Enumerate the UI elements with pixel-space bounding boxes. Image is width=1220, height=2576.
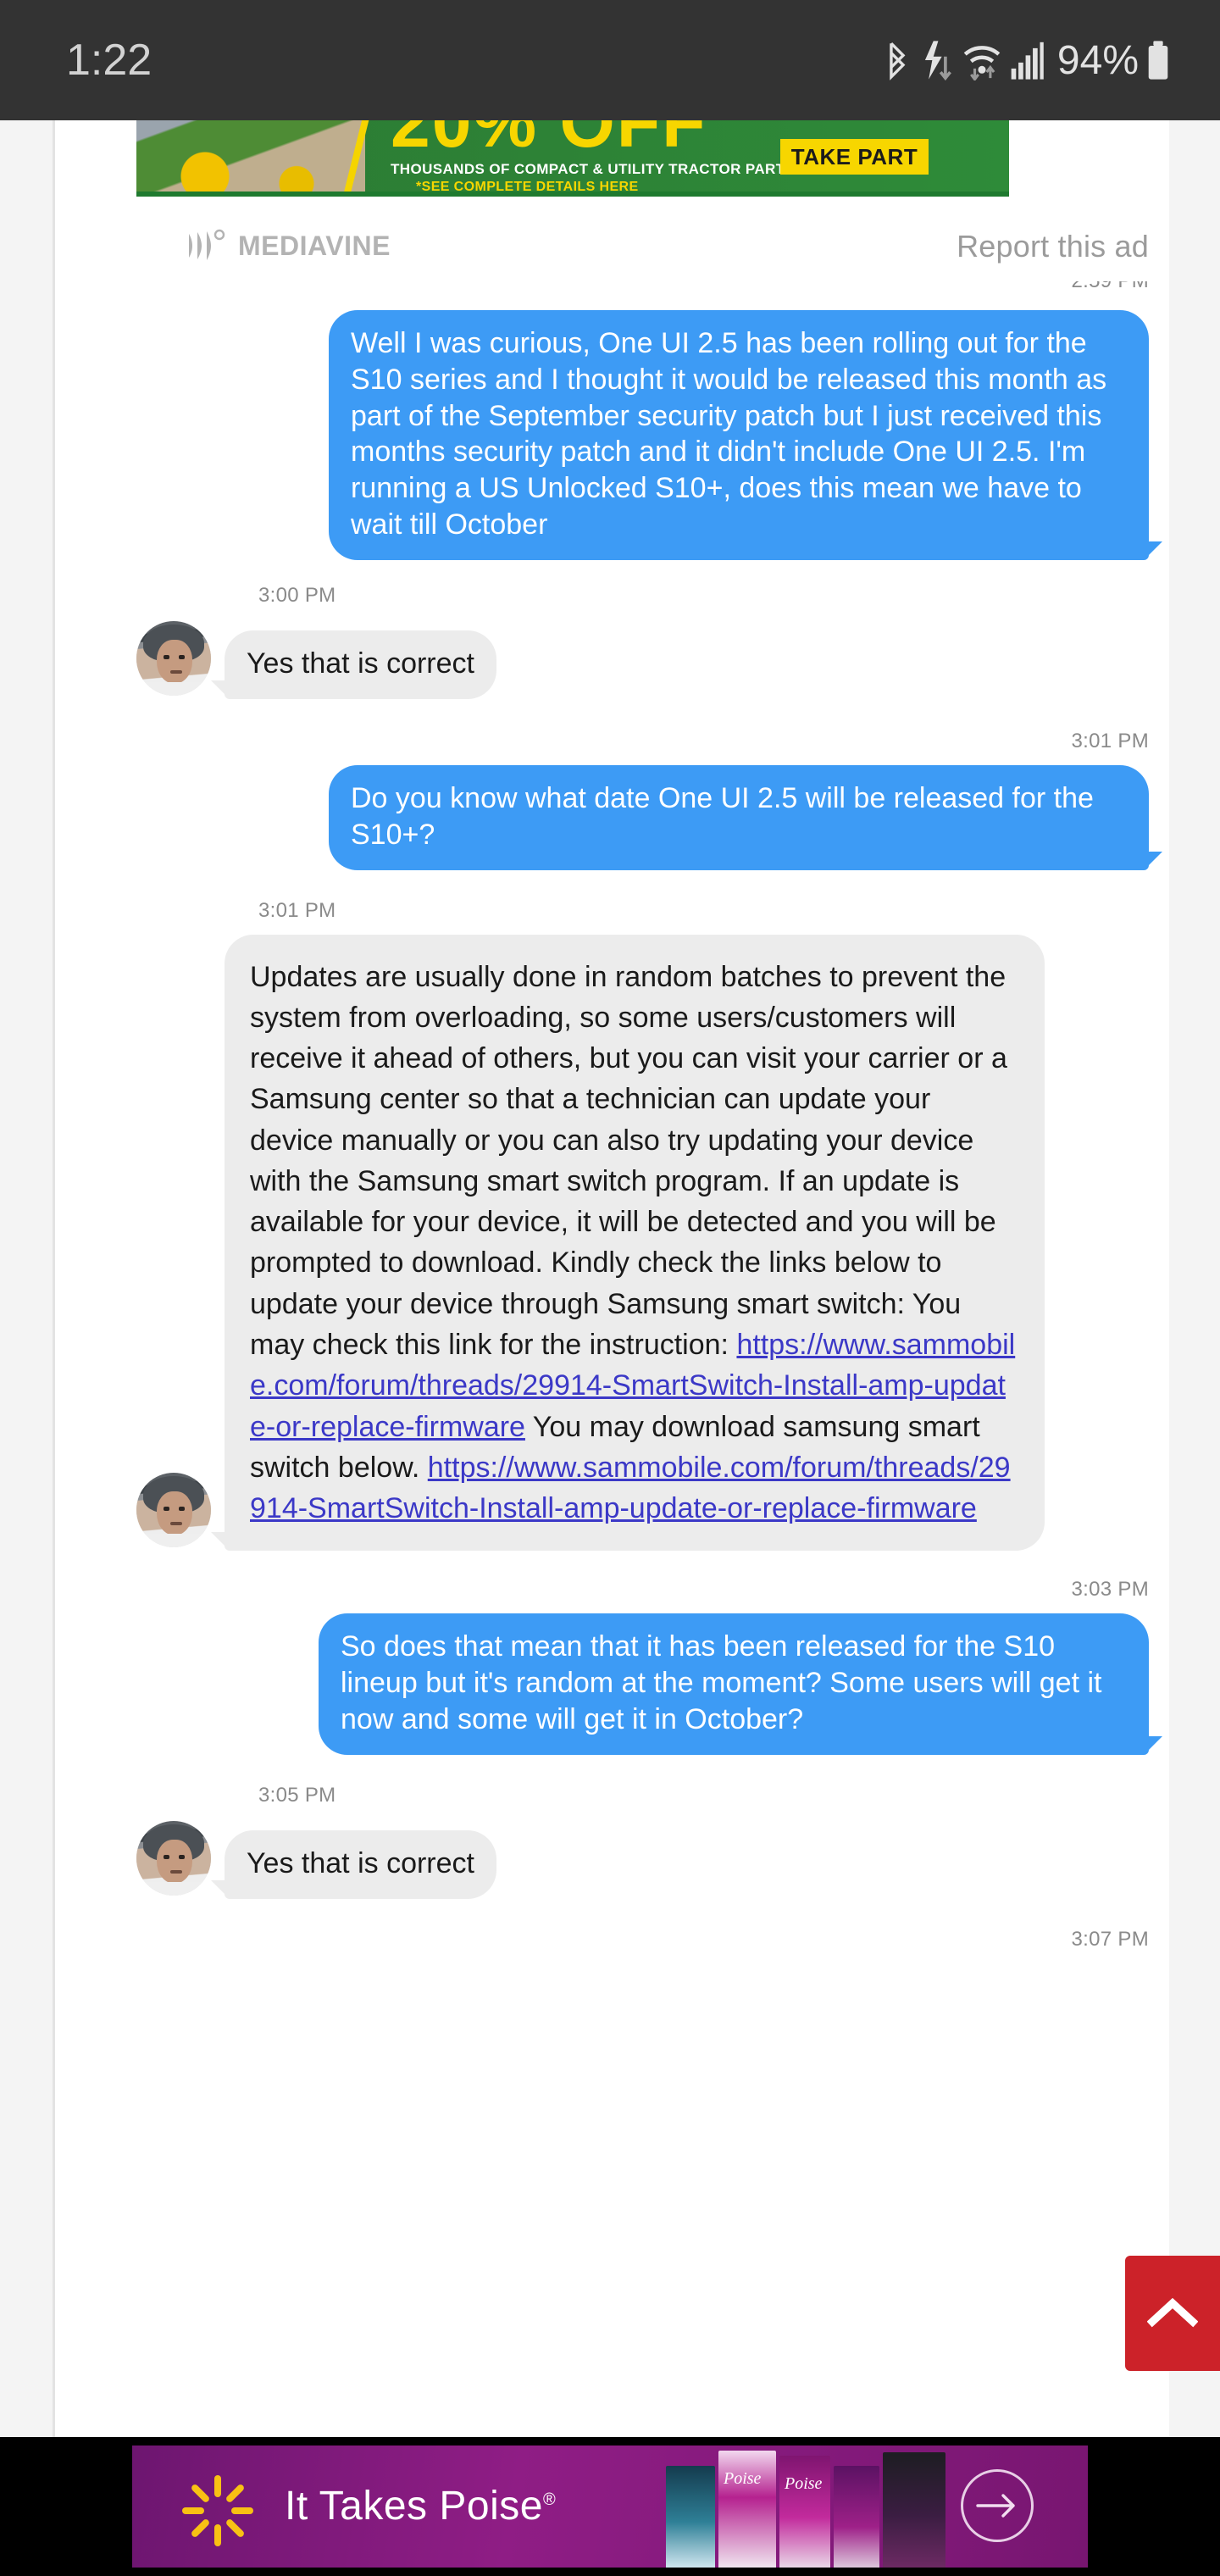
message-timestamp: 3:07 PM xyxy=(1071,1927,1149,1951)
avatar-face xyxy=(157,1839,192,1884)
arrow-right-circle-icon[interactable] xyxy=(961,2469,1034,2542)
message-timestamp: 3:01 PM xyxy=(258,898,336,922)
message-text-part-1: Updates are usually done in random batch… xyxy=(250,960,1007,1362)
message-timestamp: 2:59 PM xyxy=(1072,281,1149,293)
message-timestamp: 3:00 PM xyxy=(258,583,336,607)
mediavine-logo-icon xyxy=(187,227,235,265)
avatar-eye-right xyxy=(179,654,185,659)
bluetooth-icon xyxy=(883,40,912,80)
avatar[interactable] xyxy=(136,1820,211,1896)
product-pack xyxy=(666,2466,715,2568)
mediavine-brand[interactable]: MEDIAVINE xyxy=(187,227,391,265)
message-row-incoming: Yes that is correct xyxy=(55,1820,1169,1899)
avatar-eye-right xyxy=(179,1507,185,1512)
product-pack: Poise xyxy=(718,2451,776,2568)
message-bubble-outgoing[interactable]: Well I was curious, One UI 2.5 has been … xyxy=(329,310,1162,560)
message-timestamp: 3:01 PM xyxy=(1071,729,1149,752)
message-bubble-incoming[interactable]: Yes that is correct xyxy=(211,630,496,699)
message-bubble-outgoing[interactable]: Do you know what date One UI 2.5 will be… xyxy=(329,764,1162,870)
avatar[interactable] xyxy=(136,1473,211,1548)
product-pack xyxy=(883,2452,946,2568)
product-label: Poise xyxy=(724,2469,762,2488)
message-bubble-incoming[interactable]: Yes that is correct xyxy=(211,1830,496,1899)
tractor-image xyxy=(136,120,365,197)
message-bubble-outgoing[interactable]: So does that mean that it has been relea… xyxy=(319,1613,1162,1756)
avatar[interactable] xyxy=(136,620,211,696)
product-label: Poise xyxy=(785,2474,823,2493)
status-bar-clock: 1:22 xyxy=(66,36,152,85)
take-part-button[interactable]: TAKE PART xyxy=(780,139,929,175)
message-row-outgoing: Do you know what date One UI 2.5 will be… xyxy=(55,764,1169,870)
product-pack xyxy=(834,2466,879,2568)
browser-viewport: 20% OFF THOUSANDS OF COMPACT & UTILITY T… xyxy=(0,120,1220,2437)
report-this-ad-link[interactable]: Report this ad xyxy=(957,229,1149,264)
page-content: 20% OFF THOUSANDS OF COMPACT & UTILITY T… xyxy=(53,120,1169,2437)
avatar-shoulder xyxy=(136,1534,211,1548)
message-row-outgoing: So does that mean that it has been relea… xyxy=(55,1613,1169,1756)
avatar-eye-left xyxy=(164,1507,169,1512)
top-ad-headline: 20% OFF xyxy=(391,120,707,162)
avatar-face xyxy=(157,1491,192,1536)
battery-icon xyxy=(1147,40,1169,80)
avatar-eye-left xyxy=(164,654,169,659)
avatar-shoulder xyxy=(136,681,211,696)
chat-thread: 2:59 PM Well I was curious, One UI 2.5 h… xyxy=(55,281,1169,1951)
scroll-to-top-button[interactable] xyxy=(1125,2256,1220,2371)
data-transfer-icon xyxy=(920,40,954,80)
top-ad-subline-1: THOUSANDS OF COMPACT & UTILITY TRACTOR P… xyxy=(391,161,796,177)
avatar-eye-right xyxy=(179,1854,185,1859)
message-row-incoming: Updates are usually done in random batch… xyxy=(55,934,1169,1552)
phone-screen: 1:22 94% 20% OFF THOUSANDS OF COMPACT & … xyxy=(0,0,1220,2576)
avatar-face xyxy=(157,639,192,684)
trademark-symbol: ® xyxy=(542,2490,557,2509)
cellular-signal-icon xyxy=(1010,40,1044,80)
message-timestamp: 3:03 PM xyxy=(1071,1578,1149,1602)
chevron-up-icon xyxy=(1147,2296,1198,2330)
avatar-mouth xyxy=(170,669,182,674)
ad-bottom-stripe xyxy=(136,192,1009,197)
tagline-text: It Takes Poise xyxy=(285,2484,543,2529)
mediavine-label: MEDIAVINE xyxy=(238,230,391,261)
walmart-spark-icon xyxy=(181,2474,254,2551)
walmart-ad-tagline: It Takes Poise® xyxy=(285,2483,556,2529)
avatar-mouth xyxy=(170,1869,182,1874)
top-ad-container: 20% OFF THOUSANDS OF COMPACT & UTILITY T… xyxy=(55,120,1169,220)
timestamp-row: 2:59 PM xyxy=(55,281,1169,300)
avatar-mouth xyxy=(170,1522,182,1526)
wifi-icon xyxy=(962,40,1001,80)
product-pack: Poise xyxy=(779,2456,830,2568)
walmart-ad-banner[interactable]: It Takes Poise® Poise Poise xyxy=(132,2446,1088,2568)
message-row-incoming: Yes that is correct xyxy=(55,620,1169,699)
bottom-ad-area: It Takes Poise® Poise Poise xyxy=(0,2437,1220,2576)
status-bar: 1:22 94% xyxy=(0,0,1220,120)
battery-percent-label: 94% xyxy=(1056,37,1139,83)
avatar-eye-left xyxy=(164,1854,169,1859)
message-row-outgoing: Well I was curious, One UI 2.5 has been … xyxy=(55,310,1169,560)
product-images: Poise Poise xyxy=(666,2449,971,2568)
status-bar-icons: 94% xyxy=(883,37,1169,84)
message-bubble-incoming-long[interactable]: Updates are usually done in random batch… xyxy=(211,934,1045,1552)
avatar-shoulder xyxy=(136,1881,211,1896)
message-timestamp: 3:05 PM xyxy=(258,1783,336,1807)
top-ad-banner[interactable]: 20% OFF THOUSANDS OF COMPACT & UTILITY T… xyxy=(136,120,1009,197)
ad-attribution-row: MEDIAVINE Report this ad xyxy=(55,220,1169,281)
